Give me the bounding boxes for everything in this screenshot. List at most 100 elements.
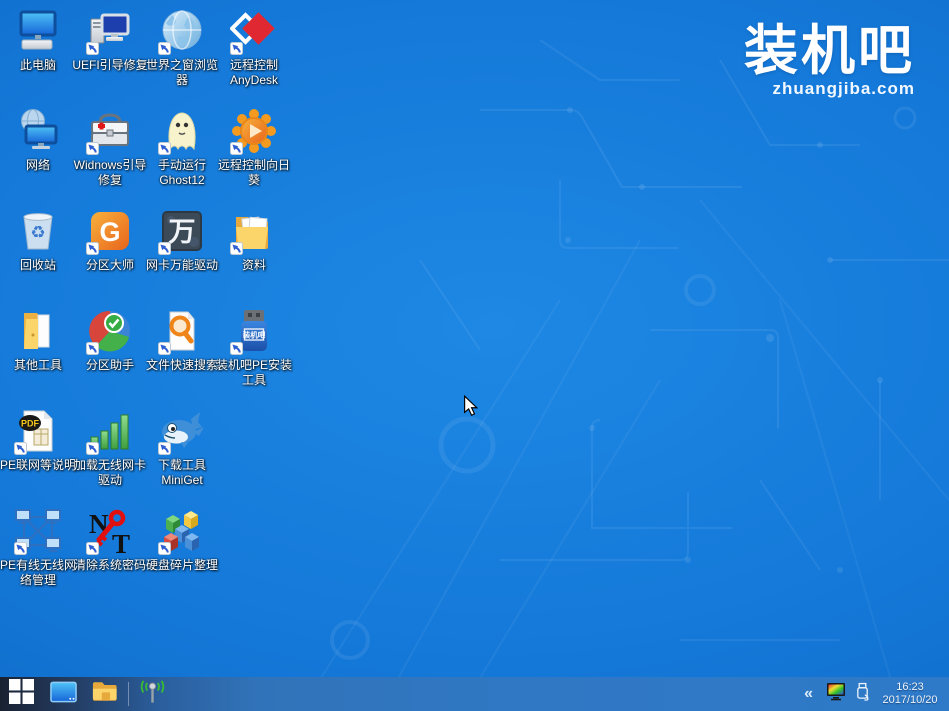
desktop-icon-file-search[interactable]: 文件快速搜索: [146, 306, 218, 406]
desktop-icon-anydesk[interactable]: 远程控制AnyDesk: [218, 6, 290, 106]
desktop-icon-label: 其他工具: [0, 358, 78, 373]
taskbar-clock[interactable]: 16:23 2017/10/20: [879, 681, 941, 707]
desktop-icon-ghost12[interactable]: 手动运行Ghost12: [146, 106, 218, 206]
svg-text:G: G: [99, 217, 120, 247]
shortcut-arrow-icon: [86, 42, 99, 55]
clear-password-icon: NT: [85, 506, 135, 556]
folder-icon: [92, 681, 118, 707]
svg-text:万: 万: [169, 217, 196, 247]
display-settings-tray-icon[interactable]: [826, 682, 846, 706]
zhuangjiba-pe-icon: 装机吧: [229, 306, 279, 356]
desktop-icon-world-browser[interactable]: 世界之窗浏览器: [146, 6, 218, 106]
shortcut-arrow-icon: [230, 42, 243, 55]
desktop-icon-label: 此电脑: [0, 58, 78, 73]
desktop-icon-wifi-driver[interactable]: 加载无线网卡驱动: [74, 406, 146, 506]
desktop-icon-label: 网络: [0, 158, 78, 173]
file-search-icon: [157, 306, 207, 356]
desktop-icon-label: 分区大师: [70, 258, 150, 273]
network-icon: [13, 106, 63, 156]
windows-boot-repair-icon: [85, 106, 135, 156]
clock-date: 2017/10/20: [879, 694, 941, 707]
svg-text:PDF: PDF: [21, 419, 40, 429]
desktop-icon-pe-network-doc[interactable]: PDFPE联网等说明: [2, 406, 74, 506]
shortcut-arrow-icon: [86, 142, 99, 155]
shortcut-arrow-icon: [14, 542, 27, 555]
taskbar-separator: [128, 682, 129, 706]
display-icon: [50, 681, 77, 708]
desktop-icon-zhuangjiba-pe[interactable]: 装机吧装机吧PE安装工具: [218, 306, 290, 406]
desktop-icon-label: 远程控制AnyDesk: [214, 58, 294, 89]
desktop-icon-label: Widnows引导修复: [70, 158, 150, 189]
wifi-driver-icon: [85, 406, 135, 456]
desktop-icon-sunflower-remote[interactable]: 远程控制向日葵: [218, 106, 290, 206]
partition-assistant-icon: [85, 306, 135, 356]
desktop-icon-nic-driver[interactable]: 万网卡万能驱动: [146, 206, 218, 306]
desktop-icon-defrag[interactable]: 硬盘碎片整理: [146, 506, 218, 606]
taskbar-explorer-button[interactable]: [84, 677, 126, 711]
partition-master-icon: G: [85, 206, 135, 256]
shortcut-arrow-icon: [14, 442, 27, 455]
wireless-tool-button[interactable]: [131, 677, 173, 711]
desktop-icon-uefi-repair[interactable]: UEFI引导修复: [74, 6, 146, 106]
mouse-cursor: [463, 395, 479, 422]
desktop-icon-data-folder[interactable]: 资料: [218, 206, 290, 306]
desktop-icon-label: 回收站: [0, 258, 78, 273]
desktop-icon-label: 资料: [214, 258, 294, 273]
system-tray: « 16:23 2017/10/20: [800, 681, 949, 707]
brand-domain: zhuangjiba.com: [744, 79, 915, 99]
shortcut-arrow-icon: [158, 442, 171, 455]
desktop-icon-label: 文件快速搜索: [142, 358, 222, 373]
shortcut-arrow-icon: [158, 142, 171, 155]
shortcut-arrow-icon: [230, 342, 243, 355]
shortcut-arrow-icon: [230, 242, 243, 255]
shortcut-arrow-icon: [86, 342, 99, 355]
desktop-icon-label: 手动运行Ghost12: [142, 158, 222, 189]
shortcut-arrow-icon: [158, 342, 171, 355]
desktop-icon-other-tools[interactable]: 其他工具: [2, 306, 74, 406]
desktop-icon-partition-master[interactable]: G分区大师: [74, 206, 146, 306]
desktop-icon-label: UEFI引导修复: [70, 58, 150, 73]
desktop-icon-label: 下载工具MiniGet: [142, 458, 222, 489]
taskbar: « 16:23 2017/10/20: [0, 677, 949, 711]
antenna-icon: [139, 679, 166, 710]
windows-logo-icon: [9, 679, 34, 709]
other-tools-icon: [13, 306, 63, 356]
defrag-icon: [157, 506, 207, 556]
ghost12-icon: [157, 106, 207, 156]
desktop-icon-network[interactable]: 网络: [2, 106, 74, 206]
shortcut-arrow-icon: [230, 142, 243, 155]
svg-text:装机吧: 装机吧: [242, 330, 266, 340]
pe-net-manager-icon: [13, 506, 63, 556]
desktop-icon-this-pc[interactable]: 此电脑: [2, 6, 74, 106]
brand-logo: 装机吧 zhuangjiba.com: [744, 22, 915, 99]
desktop-icon-label: 网卡万能驱动: [142, 258, 222, 273]
taskbar-display-button[interactable]: [42, 677, 84, 711]
desktop-icon-label: PE联网等说明: [0, 458, 78, 473]
shortcut-arrow-icon: [86, 442, 99, 455]
desktop-icon-label: 分区助手: [70, 358, 150, 373]
start-button[interactable]: [0, 677, 42, 711]
desktop-icon-label: 加载无线网卡驱动: [70, 458, 150, 489]
this-pc-icon: [13, 6, 63, 56]
anydesk-icon: [229, 6, 279, 56]
usb-eject-tray-icon[interactable]: [855, 682, 870, 707]
desktop-icon-label: 清除系统密码: [70, 558, 150, 573]
desktop: 装机吧 zhuangjiba.com 此电脑UEFI引导修复世界之窗浏览器远程控…: [0, 0, 949, 711]
desktop-icon-miniget[interactable]: 下载工具MiniGet: [146, 406, 218, 506]
shortcut-arrow-icon: [158, 42, 171, 55]
svg-text:T: T: [112, 529, 130, 555]
desktop-icon-partition-assistant[interactable]: 分区助手: [74, 306, 146, 406]
tray-expand-button[interactable]: «: [800, 686, 817, 702]
shortcut-arrow-icon: [158, 542, 171, 555]
desktop-icon-label: PE有线无线网络管理: [0, 558, 78, 589]
sunflower-remote-icon: [229, 106, 279, 156]
desktop-icon-recycle-bin[interactable]: ♻回收站: [2, 206, 74, 306]
clock-time: 16:23: [879, 681, 941, 694]
world-browser-icon: [157, 6, 207, 56]
svg-text:♻: ♻: [30, 223, 45, 242]
desktop-icon-label: 远程控制向日葵: [214, 158, 294, 189]
miniget-icon: [157, 406, 207, 456]
desktop-icon-clear-password[interactable]: NT清除系统密码: [74, 506, 146, 606]
desktop-icon-pe-net-manager[interactable]: PE有线无线网络管理: [2, 506, 74, 606]
desktop-icon-windows-boot-repair[interactable]: Widnows引导修复: [74, 106, 146, 206]
